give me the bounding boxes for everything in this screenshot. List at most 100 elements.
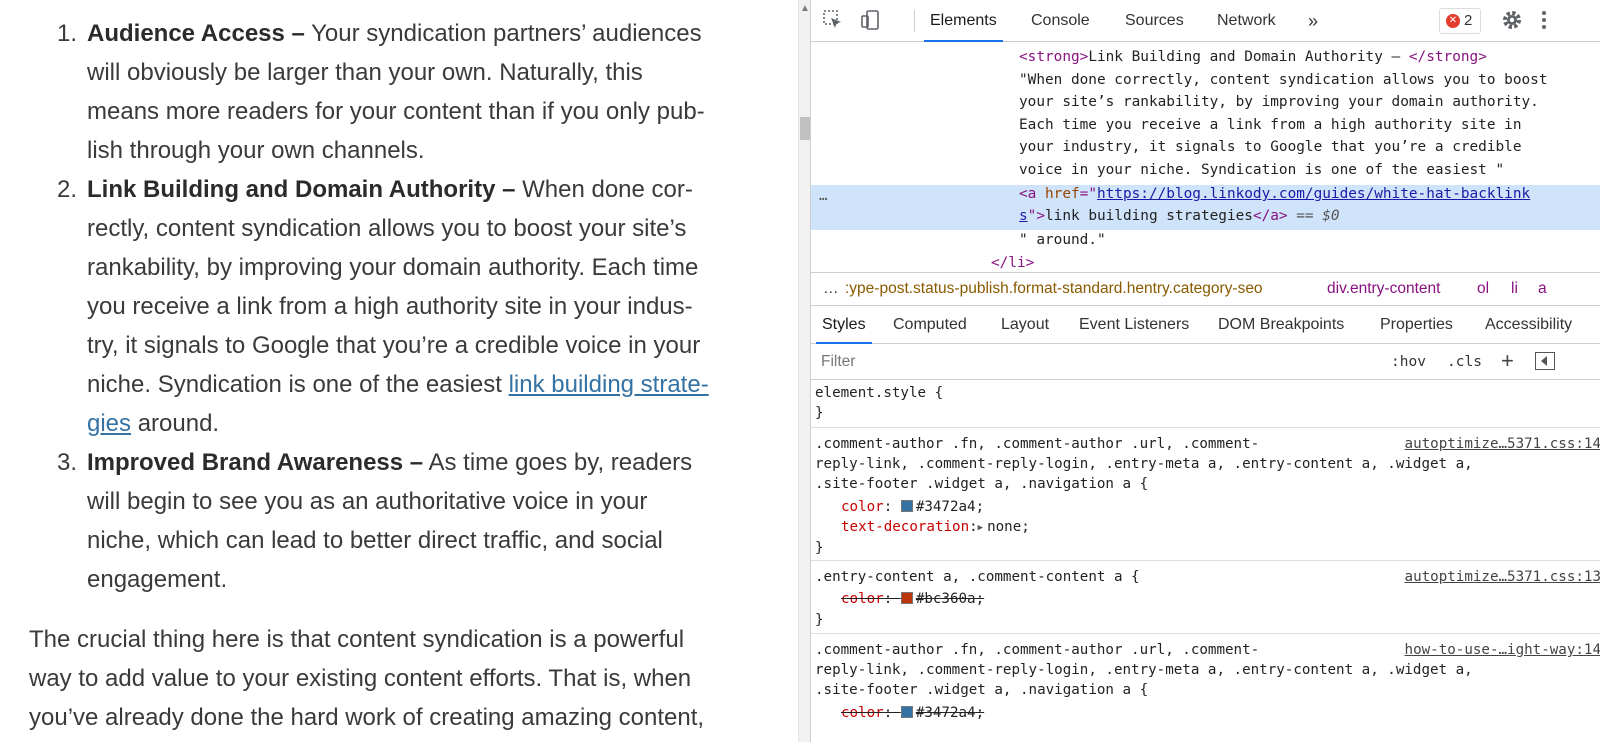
rule-close: } [815, 612, 824, 628]
node-actions-dots[interactable]: … [819, 185, 827, 208]
style-declaration[interactable]: text-decoration:▶ none; [841, 517, 1030, 538]
paragraph-line: way to add value to your existing conten… [29, 665, 692, 692]
item-text: rankability, by improving your domain au… [87, 254, 699, 281]
devtools-panel: Elements Console Sources Network » ✕ 2 …… [810, 0, 1600, 742]
styles-subtabs: Styles Computed Layout Event Listeners D… [811, 306, 1600, 344]
subtab-styles[interactable]: Styles [816, 306, 872, 344]
page-scrollbar[interactable]: ▲ [798, 0, 810, 742]
error-count-badge[interactable]: ✕ 2 [1439, 8, 1481, 34]
subtab-properties[interactable]: Properties [1374, 306, 1459, 344]
item-heading: Audience Access – [87, 20, 305, 47]
item-text: will obviously be larger than your own. … [87, 59, 643, 86]
scroll-up-arrow-icon[interactable]: ▲ [800, 4, 810, 14]
cls-toggle[interactable]: .cls [1447, 350, 1482, 374]
styles-filter-bar: :hov .cls + [811, 344, 1600, 380]
link-building-strategies-link[interactable]: link building strate- [509, 371, 709, 398]
styles-filter-input[interactable] [817, 348, 1377, 376]
list-item-audience-access: 1. Audience Access – Your syndication pa… [0, 14, 770, 170]
dom-node-li-close[interactable]: </li> [991, 252, 1034, 272]
subtab-computed[interactable]: Computed [887, 306, 973, 344]
color-swatch[interactable] [900, 592, 913, 604]
error-count: 2 [1464, 12, 1473, 29]
settings-gear-icon[interactable] [1500, 9, 1524, 33]
breadcrumb-more[interactable]: … [823, 273, 839, 305]
toggle-sidebar-icon[interactable] [1535, 352, 1555, 370]
style-declaration[interactable]: color: #3472a4; [841, 497, 984, 517]
paragraph-line: you’ve already done the hard work of cre… [29, 704, 705, 731]
dom-node-strong[interactable]: <strong>Link Building and Domain Authori… [1019, 46, 1487, 69]
item-text: rectly, content syndication allows you t… [87, 215, 687, 242]
rule-selector[interactable]: reply-link, .comment-reply-login, .entry… [815, 454, 1473, 474]
tab-network[interactable]: Network [1211, 0, 1282, 42]
tab-sources[interactable]: Sources [1119, 0, 1190, 42]
rule-source-link[interactable]: how-to-use-…ight-way:14 [1405, 640, 1600, 660]
item-text: will begin to see you as an authoritativ… [87, 488, 648, 515]
article-paragraph: The crucial thing here is that content s… [29, 620, 774, 737]
link-building-strategies-link-cont[interactable]: gies [87, 410, 131, 437]
subtab-layout[interactable]: Layout [995, 306, 1055, 344]
dom-text-node[interactable]: "When done correctly, content syndicatio… [1019, 69, 1548, 92]
article-pane: 1. Audience Access – Your syndication pa… [0, 0, 798, 742]
rule-selector[interactable]: element.style { [815, 383, 943, 403]
breadcrumb-item-li[interactable]: li [1511, 273, 1518, 305]
error-icon: ✕ [1446, 14, 1460, 28]
breadcrumb-item-a[interactable]: a [1538, 273, 1547, 305]
item-text: means more readers for your content than… [87, 98, 705, 125]
rule-selector[interactable]: .site-footer .widget a, .navigation a { [815, 474, 1148, 494]
style-declaration-overridden[interactable]: color: #3472a4; [841, 703, 984, 723]
dom-node-anchor-cont[interactable]: s">link building strategies</a> == $0 [1019, 205, 1340, 228]
rule-source-link[interactable]: autoptimize…5371.css:13 [1405, 567, 1600, 587]
rule-close: } [815, 540, 824, 556]
dom-text-node[interactable]: voice in your niche. Syndication is one … [1019, 159, 1504, 182]
item-text: you receive a link from a high authority… [87, 293, 693, 320]
breadcrumb-item-ol[interactable]: ol [1477, 273, 1489, 305]
device-toolbar-icon[interactable] [859, 9, 883, 33]
new-style-rule-plus-icon[interactable]: + [1501, 348, 1514, 374]
subtab-event-listeners[interactable]: Event Listeners [1073, 306, 1195, 344]
item-text: niche. Syndication is one of the easiest [87, 371, 509, 398]
breadcrumb-item-entry-content[interactable]: div.entry-content [1327, 273, 1440, 305]
item-text: When done cor- [515, 176, 693, 203]
list-item-brand-awareness: 3. Improved Brand Awareness – As time go… [0, 443, 770, 599]
href-link[interactable]: https://blog.linkody.com/guides/white-ha… [1097, 186, 1530, 202]
dom-text-node[interactable]: your industry, it signals to Google that… [1019, 136, 1522, 159]
rule-selector[interactable]: .entry-content a, .comment-content a { [815, 567, 1140, 587]
list-number: 3. [57, 449, 78, 476]
item-text: As time goes by, readers [423, 449, 693, 476]
color-swatch[interactable] [900, 706, 913, 718]
rule-selector[interactable]: reply-link, .comment-reply-login, .entry… [815, 660, 1473, 680]
breadcrumb-item-article[interactable]: :ype-post.status-publish.format-standard… [845, 273, 1263, 305]
inspect-element-icon[interactable] [821, 9, 845, 33]
more-tabs-button[interactable]: » [1302, 0, 1324, 42]
dom-node-anchor[interactable]: <a href="https://blog.linkody.com/guides… [1019, 183, 1530, 206]
toolbar-separator [914, 10, 915, 32]
list-item-link-building: 2. Link Building and Domain Authority – … [0, 170, 770, 443]
rule-selector[interactable]: .comment-author .fn, .comment-author .ur… [815, 434, 1259, 454]
dom-text-node[interactable]: Each time you receive a link from a high… [1019, 114, 1522, 137]
tab-console[interactable]: Console [1025, 0, 1096, 42]
benefits-list: 1. Audience Access – Your syndication pa… [0, 14, 770, 599]
item-text: try, it signals to Google that you’re a … [87, 332, 701, 359]
style-rule: .entry-content a, .comment-content a { a… [811, 561, 1600, 634]
rule-selector[interactable]: .comment-author .fn, .comment-author .ur… [815, 640, 1259, 660]
more-options-icon[interactable] [1532, 9, 1556, 33]
subtab-dom-breakpoints[interactable]: DOM Breakpoints [1212, 306, 1350, 344]
tab-elements[interactable]: Elements [924, 0, 1003, 42]
dom-tree: … <strong>Link Building and Domain Autho… [811, 42, 1600, 272]
dom-text-node[interactable]: your site’s rankability, by improving yo… [1019, 91, 1539, 114]
styles-rules: element.style { } .comment-author .fn, .… [811, 380, 1600, 742]
list-number: 2. [57, 176, 78, 203]
dom-text-node[interactable]: " around." [1019, 229, 1106, 252]
rule-source-link[interactable]: autoptimize…5371.css:14 [1405, 434, 1600, 454]
rule-selector[interactable]: .site-footer .widget a, .navigation a { [815, 680, 1148, 700]
expand-triangle-icon[interactable]: ▶ [978, 518, 983, 538]
color-swatch[interactable] [900, 500, 913, 512]
list-number: 1. [57, 20, 78, 47]
style-declaration-overridden[interactable]: color: #bc360a; [841, 589, 984, 609]
scrollbar-thumb[interactable] [800, 117, 810, 140]
paragraph-line: The crucial thing here is that content s… [29, 626, 685, 653]
hov-toggle[interactable]: :hov [1391, 350, 1426, 374]
style-rule: .comment-author .fn, .comment-author .ur… [811, 428, 1600, 561]
style-rule-element-style: element.style { } [811, 380, 1600, 428]
subtab-accessibility[interactable]: Accessibility [1479, 306, 1578, 344]
